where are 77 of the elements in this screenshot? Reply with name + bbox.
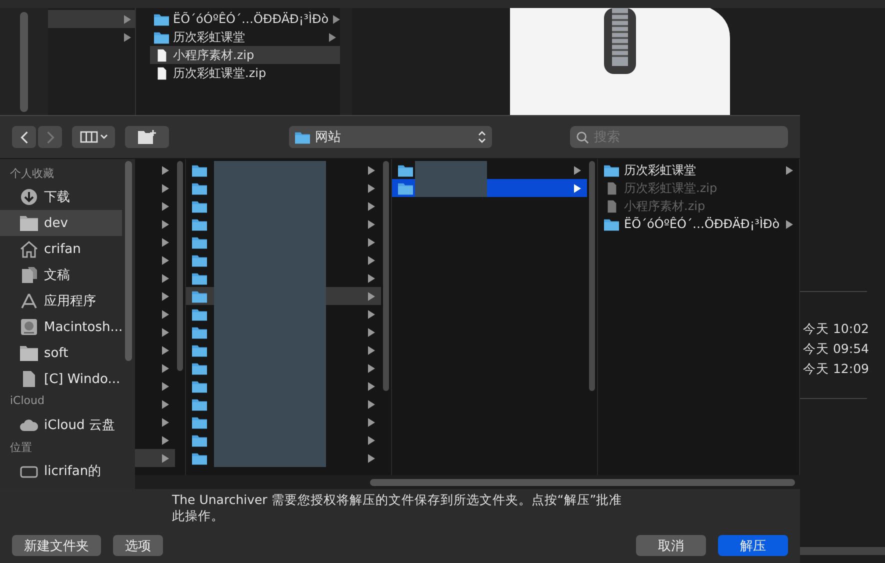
folder-icon <box>192 416 207 428</box>
folder-icon <box>154 12 169 26</box>
dialog-button[interactable]: 选项 <box>113 535 163 556</box>
new-folder-button[interactable] <box>125 126 169 148</box>
folder-icon <box>192 452 207 464</box>
folder-icon <box>398 164 413 176</box>
sidebar-section-title: 个人收藏 <box>9 166 55 182</box>
folder-icon <box>604 218 619 230</box>
file-row[interactable]: 小程序素材.zip <box>150 46 340 64</box>
sidebar-section-title: 位置 <box>9 440 33 456</box>
sidebar-item[interactable]: 应用程序 <box>0 288 122 314</box>
columns-icon <box>80 131 108 143</box>
folder-icon <box>192 254 207 266</box>
file-row[interactable]: 历次彩虹课堂.zip <box>150 64 340 82</box>
search-icon <box>576 131 589 144</box>
sidebar-section-title: iCloud <box>9 393 46 409</box>
sidebar-item[interactable]: dev <box>0 210 122 236</box>
file-row[interactable]: ËÕ´óÓºÊÓ´…ÖÐÐÄÐ¡³ÌÐò <box>598 215 799 233</box>
folder-icon <box>192 326 207 338</box>
sidebar-item[interactable]: licrifan的 <box>0 458 122 484</box>
folder-icon <box>192 380 207 392</box>
download-icon <box>19 188 39 206</box>
sidebar-item[interactable]: crifan <box>0 236 122 262</box>
redaction-block <box>415 161 487 197</box>
folder-row[interactable] <box>186 287 214 305</box>
folder-icon <box>192 182 207 194</box>
modified-date: 今天 09:54 <box>803 340 869 358</box>
scrollbar-thumb[interactable] <box>125 161 132 361</box>
scrollbar-thumb[interactable] <box>589 161 595 391</box>
file-row[interactable]: ËÕ´óÓºÊÓ´…ÖÐÐÄÐ¡³ÌÐò <box>150 10 340 28</box>
folder-row[interactable] <box>135 449 175 467</box>
modified-date: 今天 12:09 <box>803 360 869 378</box>
folder-icon <box>192 164 207 176</box>
folder-icon <box>192 200 207 212</box>
up-down-caret-icon <box>478 130 486 144</box>
sidebar-item[interactable]: soft <box>0 340 122 366</box>
folder-icon <box>192 434 207 446</box>
scrollbar-thumb[interactable] <box>383 161 389 391</box>
folder-icon <box>192 290 207 302</box>
folder-plus-icon <box>138 130 156 144</box>
chevron-left-icon <box>20 130 28 144</box>
sidebar-item[interactable]: 文稿 <box>0 262 122 288</box>
folder-icon <box>398 182 413 194</box>
back-button[interactable] <box>12 126 36 148</box>
scrollbar-thumb[interactable] <box>177 161 183 371</box>
sidebar-item[interactable]: iCloud 云盘 <box>0 412 122 438</box>
folder-icon <box>192 344 207 356</box>
dialog-button[interactable]: 解压 <box>718 535 788 556</box>
chevron-right-icon <box>46 130 54 144</box>
sidebar-item[interactable]: 下载 <box>0 184 122 210</box>
folder-icon <box>192 308 207 320</box>
folder-icon <box>192 362 207 374</box>
modified-date: 今天 10:02 <box>803 320 869 338</box>
folder-icon <box>192 218 207 230</box>
scrollbar-thumb[interactable] <box>20 12 28 112</box>
scrollbar-thumb[interactable] <box>800 547 885 555</box>
permission-message: The Unarchiver 需要您授权将解压的文件保存到所选文件夹。点按“解压”批准此操作。 <box>171 491 624 525</box>
folder-icon <box>19 214 39 232</box>
sidebar-item[interactable]: [C] Windo... <box>0 366 122 392</box>
location-dropdown[interactable]: 网站 <box>288 126 492 148</box>
folder-icon <box>192 236 207 248</box>
home-icon <box>19 240 39 258</box>
folder-icon <box>192 398 207 410</box>
folder-icon <box>294 130 310 144</box>
documents-icon <box>19 266 39 284</box>
dialog-button[interactable]: 取消 <box>636 535 706 556</box>
dialog-button[interactable]: 新建文件夹 <box>12 535 101 556</box>
letter-a-icon <box>19 292 39 310</box>
view-mode-button[interactable] <box>72 126 116 148</box>
sidebar-item[interactable]: Macintosh... <box>0 314 122 340</box>
file-row[interactable]: 历次彩虹课堂 <box>150 28 340 46</box>
folder-icon <box>192 272 207 284</box>
folder-icon <box>154 30 169 44</box>
file-row[interactable]: 历次彩虹课堂 <box>598 161 799 179</box>
folder-icon <box>19 344 39 362</box>
scrollbar-thumb[interactable] <box>370 478 795 486</box>
folder-icon <box>604 164 619 176</box>
